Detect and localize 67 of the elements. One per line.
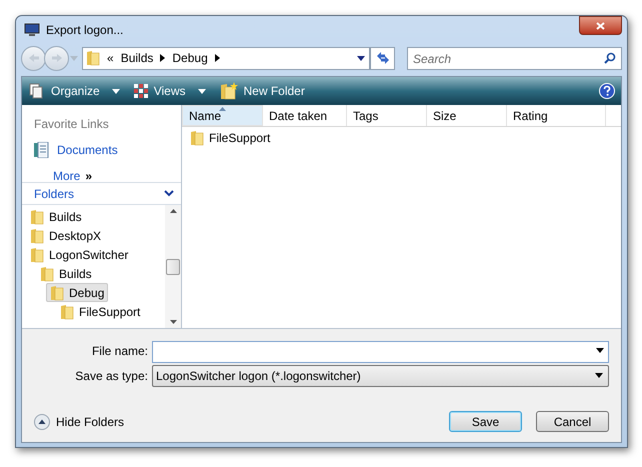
back-button[interactable] — [21, 46, 46, 70]
folder-icon — [190, 130, 204, 146]
caret-icon — [198, 88, 206, 94]
breadcrumb-item[interactable]: Debug — [172, 49, 208, 67]
dialog-button[interactable]: Save — [449, 411, 522, 432]
hide-folders-button[interactable]: Hide Folders — [34, 412, 124, 430]
arrow-left-icon — [28, 53, 40, 63]
refresh-button[interactable] — [370, 46, 395, 70]
forward-button[interactable] — [44, 46, 69, 70]
scroll-thumb[interactable] — [166, 258, 180, 274]
refresh-icon — [376, 52, 390, 64]
arrow-right-icon — [50, 53, 62, 63]
folders-header[interactable]: Folders — [22, 183, 181, 205]
type-dropdown[interactable]: LogonSwitcher logon (*.logonswitcher) — [152, 364, 609, 386]
collapse-icon — [34, 414, 50, 430]
breadcrumb-item[interactable]: Builds — [120, 49, 154, 67]
window-title: Export logon... — [46, 22, 124, 38]
scroll-down-icon — [170, 320, 176, 324]
tree-item[interactable]: Builds — [26, 207, 86, 226]
folder-icon — [40, 266, 54, 282]
tree-item[interactable]: DesktopX — [26, 226, 106, 245]
folder-icon — [30, 228, 44, 244]
column-header[interactable]: Name — [182, 105, 263, 126]
folder-icon — [60, 304, 74, 320]
help-icon[interactable] — [599, 83, 615, 99]
close-button[interactable] — [579, 16, 622, 35]
address-bar[interactable]: « Builds Debug — [82, 46, 370, 70]
tree-item[interactable]: FileSupport — [56, 302, 144, 321]
dropdown-caret-icon — [357, 56, 365, 60]
chevron-right-icon — [214, 54, 220, 62]
section-heading: Favorite Links — [34, 116, 110, 133]
folder-icon — [30, 208, 44, 224]
search-field[interactable]: Search — [407, 47, 622, 70]
dialog-button[interactable]: Cancel — [536, 411, 609, 432]
tree-item[interactable]: Debug — [46, 283, 108, 302]
history-caret-icon — [70, 56, 78, 60]
favorite-link[interactable]: Documents — [34, 141, 181, 159]
caret-icon — [596, 348, 604, 352]
grid-icon — [134, 84, 148, 98]
field-label: Save as type: — [74, 368, 148, 384]
tree-item[interactable]: LogonSwitcher — [26, 245, 132, 264]
chevron-right-icon — [160, 54, 166, 62]
pages-icon — [29, 83, 45, 99]
folder-icon — [30, 246, 44, 262]
breadcrumb-overflow[interactable]: « — [107, 49, 114, 67]
scroll-up-icon — [170, 209, 176, 213]
file-row[interactable]: FileSupport — [182, 128, 274, 148]
close-icon — [596, 22, 605, 30]
file-name-field[interactable] — [152, 340, 609, 362]
field-label: File name: — [90, 342, 148, 360]
scrollbar[interactable] — [165, 205, 181, 328]
folder-icon — [50, 284, 64, 300]
caret-icon — [595, 373, 603, 378]
toolbar-button[interactable]: Organize — [28, 80, 121, 102]
folder-icon — [86, 50, 100, 66]
monitor-icon — [24, 22, 40, 36]
search-icon — [604, 52, 616, 64]
new-folder-icon — [220, 82, 238, 100]
more-link[interactable]: More — [53, 167, 80, 185]
tree-item[interactable]: Builds — [36, 264, 96, 283]
sort-arrow-icon — [219, 107, 226, 111]
caret-icon — [112, 88, 120, 94]
chevron-down-icon — [164, 190, 174, 197]
toolbar-button[interactable]: Views — [132, 80, 206, 102]
more-glyph: » — [85, 168, 92, 185]
document-icon — [34, 142, 49, 158]
toolbar-button[interactable]: New Folder — [218, 80, 306, 102]
